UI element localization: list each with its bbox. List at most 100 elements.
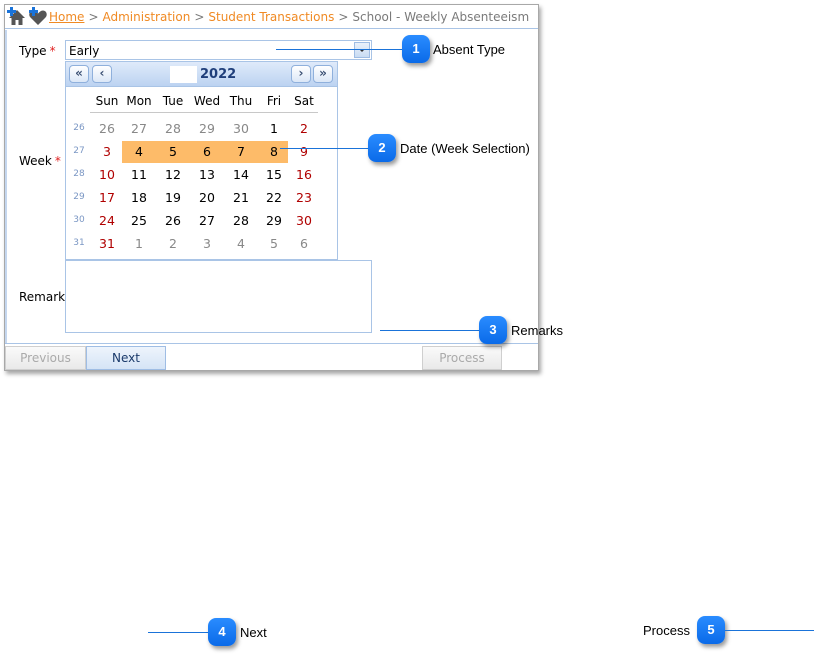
remarks-textarea[interactable] — [65, 260, 372, 333]
week-label-text: Week — [19, 154, 52, 168]
next-year-button[interactable]: » — [313, 65, 333, 83]
calendar-day[interactable]: 1 — [122, 236, 156, 251]
calendar-day[interactable]: 26 — [156, 213, 190, 228]
favorite-add-icon[interactable] — [28, 7, 48, 27]
process-button[interactable]: Process — [422, 346, 502, 370]
calendar-day[interactable]: 17 — [90, 190, 124, 205]
days-of-week-divider — [90, 112, 318, 113]
callout-label-3: Remarks — [511, 323, 564, 338]
calendar-day[interactable]: 20 — [190, 190, 224, 205]
calendar-day[interactable]: 29 — [257, 213, 291, 228]
calendar-day[interactable]: 6 — [190, 144, 224, 159]
next-button[interactable]: Next — [86, 346, 166, 370]
calendar-day[interactable]: 28 — [224, 213, 258, 228]
calendar-day[interactable]: 25 — [122, 213, 156, 228]
calendar-day[interactable]: 27 — [190, 213, 224, 228]
button-bar: Previous Next Process — [5, 343, 538, 371]
calendar-day[interactable]: 18 — [122, 190, 156, 205]
top-bar: Home > Administration > Student Transactions… — [5, 5, 538, 29]
calendar-day[interactable]: 9 — [287, 144, 321, 159]
breadcrumb-administration[interactable]: Administration — [103, 10, 191, 24]
calendar-day[interactable]: 12 — [156, 167, 190, 182]
week-number[interactable]: 31 — [72, 238, 86, 248]
next-month-button[interactable]: › — [291, 65, 311, 83]
home-add-icon[interactable] — [7, 7, 27, 27]
calendar-week-row[interactable]: 27 3 4 5 6 7 8 9 — [66, 141, 337, 163]
calendar-day[interactable]: 1 — [257, 121, 291, 136]
day-of-week: Wed — [193, 94, 221, 108]
calendar-week-row[interactable]: 28 10 11 12 13 14 15 16 — [66, 164, 337, 186]
breadcrumb-student-transactions[interactable]: Student Transactions — [208, 10, 334, 24]
callout-badge-2: 2 — [368, 134, 396, 162]
dropdown-arrow-icon[interactable] — [354, 42, 370, 58]
calendar-day[interactable]: 14 — [224, 167, 258, 182]
remarks-label: Remarks — [19, 290, 72, 304]
day-of-week: Sat — [294, 94, 314, 108]
calendar-day[interactable]: 11 — [122, 167, 156, 182]
callout-badge-5: 5 — [697, 616, 725, 644]
calendar-day[interactable]: 4 — [122, 144, 156, 159]
calendar-day[interactable]: 2 — [156, 236, 190, 251]
calendar-day[interactable]: 29 — [190, 121, 224, 136]
calendar-day[interactable]: 26 — [90, 121, 124, 136]
calendar-week-row[interactable]: 31 31 1 2 3 4 5 6 — [66, 233, 337, 255]
day-of-week: Fri — [266, 94, 282, 108]
calendar-day[interactable]: 21 — [224, 190, 258, 205]
callout-line-3 — [380, 330, 479, 331]
calendar-day[interactable]: 24 — [90, 213, 124, 228]
breadcrumb-separator: > — [338, 10, 349, 24]
calendar-day[interactable]: 15 — [257, 167, 291, 182]
calendar-day[interactable]: 31 — [90, 236, 124, 251]
type-label: Type * — [19, 44, 56, 58]
calendar-day[interactable]: 10 — [90, 167, 124, 182]
previous-button[interactable]: Previous — [5, 346, 86, 370]
day-of-week: Thu — [229, 94, 253, 108]
calendar-day[interactable]: 8 — [257, 144, 291, 159]
calendar-day[interactable]: 19 — [156, 190, 190, 205]
breadcrumb-home[interactable]: Home — [49, 10, 84, 24]
prev-year-button[interactable]: « — [69, 65, 89, 83]
calendar-day[interactable]: 30 — [224, 121, 258, 136]
days-of-week-row: Sun Mon Tue Wed Thu Fri Sat — [66, 94, 337, 112]
calendar-header: « ‹ 2022 › » — [66, 62, 337, 87]
calendar-day[interactable]: 6 — [287, 236, 321, 251]
week-number[interactable]: 30 — [72, 215, 86, 225]
calendar-day[interactable]: 13 — [190, 167, 224, 182]
callout-label-5: Process — [643, 623, 690, 638]
calendar-month-blank — [170, 66, 197, 83]
calendar-week-row[interactable]: 30 24 25 26 27 28 29 30 — [66, 210, 337, 232]
week-number[interactable]: 27 — [72, 146, 86, 156]
calendar-day[interactable]: 3 — [190, 236, 224, 251]
week-number[interactable]: 29 — [72, 192, 86, 202]
week-label: Week * — [19, 154, 61, 168]
prev-month-button[interactable]: ‹ — [92, 65, 112, 83]
calendar-week-row[interactable]: 29 17 18 19 20 21 22 23 — [66, 187, 337, 209]
required-marker: * — [49, 44, 56, 58]
callout-line-1 — [276, 49, 402, 50]
breadcrumb-separator: > — [88, 10, 99, 24]
calendar-day[interactable]: 30 — [287, 213, 321, 228]
calendar-day[interactable]: 3 — [90, 144, 124, 159]
calendar-day[interactable]: 5 — [257, 236, 291, 251]
callout-badge-4: 4 — [208, 618, 236, 646]
calendar-title[interactable]: 2022 — [200, 67, 236, 82]
calendar-day[interactable]: 4 — [224, 236, 258, 251]
breadcrumb-separator: > — [194, 10, 205, 24]
week-number[interactable]: 26 — [72, 123, 86, 133]
calendar-day[interactable]: 5 — [156, 144, 190, 159]
calendar-day[interactable]: 7 — [224, 144, 258, 159]
calendar-day[interactable]: 27 — [122, 121, 156, 136]
calendar-week-row[interactable]: 26 26 27 28 29 30 1 2 — [66, 118, 337, 140]
form-area: Type * Early Week * « ‹ 2022 › » Sun Mon T — [5, 30, 538, 343]
calendar-day[interactable]: 22 — [257, 190, 291, 205]
callout-label-4: Next — [240, 625, 267, 640]
week-number[interactable]: 28 — [72, 169, 86, 179]
type-select[interactable]: Early — [65, 40, 372, 60]
callout-label-1: Absent Type — [433, 42, 506, 57]
calendar-day[interactable]: 28 — [156, 121, 190, 136]
calendar-day[interactable]: 23 — [287, 190, 321, 205]
calendar-day[interactable]: 2 — [287, 121, 321, 136]
required-marker: * — [54, 154, 61, 168]
calendar-day[interactable]: 16 — [287, 167, 321, 182]
callout-line-5 — [725, 630, 814, 631]
